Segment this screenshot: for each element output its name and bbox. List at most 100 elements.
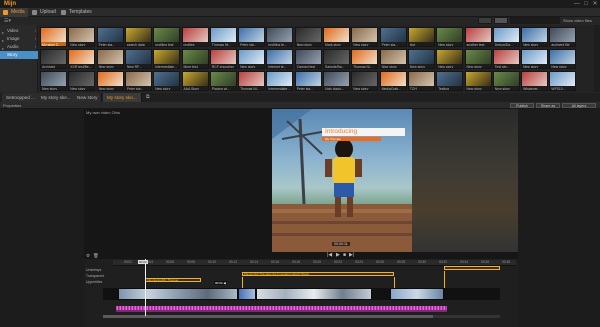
media-thumbnail[interactable]: WFS10...	[549, 71, 577, 91]
grid-view-button[interactable]	[494, 17, 508, 24]
overlay-clip[interactable]: Playing/XA Tha plies the Fountains (what…	[242, 272, 394, 276]
media-thumbnail[interactable]: TCH	[407, 71, 435, 91]
media-thumbnail[interactable]: New story	[492, 71, 520, 91]
media-thumbnail[interactable]: Thomas Ni...	[209, 27, 237, 47]
sidebar-item-image[interactable]: ▸ Image ›	[0, 35, 38, 43]
media-thumbnail[interactable]: another test	[464, 27, 492, 47]
media-thumbnail[interactable]: Thomas Ni...	[238, 71, 266, 91]
media-thumbnail[interactable]: Debug/Da...	[492, 27, 520, 47]
delete-icon[interactable]: 🗑	[93, 253, 99, 259]
media-thumbnail[interactable]: New story	[436, 49, 464, 69]
tab-templates[interactable]: Templates	[58, 8, 96, 17]
previous-frame-button[interactable]: |◀	[327, 253, 332, 258]
media-thumbnail[interactable]: New story	[549, 49, 577, 69]
media-thumbnail[interactable]: Thomas Ni...	[351, 49, 379, 69]
media-thumbnail[interactable]: Whatever...	[521, 71, 549, 91]
media-thumbnail[interactable]: XXR test/Be...	[68, 49, 96, 69]
collapse-icon[interactable]: ☰▾	[4, 18, 11, 24]
upload-icon	[32, 10, 37, 15]
sidebar-item-audio[interactable]: ▸ Audio ›	[0, 43, 38, 51]
media-thumbnail[interactable]: My story C...	[40, 27, 67, 47]
video-clip[interactable]	[256, 288, 372, 300]
story-tab[interactable]: Setroopped ...	[2, 93, 40, 102]
play-button[interactable]: ▶	[336, 253, 340, 258]
media-thumbnail[interactable]: Playing wi...	[209, 71, 237, 91]
media-thumbnail[interactable]: archived file	[549, 27, 577, 47]
next-frame-button[interactable]: ▶|	[349, 253, 354, 258]
maximize-icon[interactable]: □	[582, 0, 590, 8]
media-thumbnail[interactable]: Peter sta...	[294, 71, 322, 91]
media-thumbnail[interactable]: New story	[436, 27, 464, 47]
media-thumbnail[interactable]: Canned test	[294, 49, 322, 69]
sidebar-item-story[interactable]: ▸ Story ›	[0, 51, 38, 59]
media-thumbnail[interactable]: New story	[464, 49, 492, 69]
media-thumbnail[interactable]: New story	[464, 71, 492, 91]
publish-button[interactable]: Publish	[510, 103, 534, 108]
story-tab[interactable]: My story ske...	[37, 93, 76, 102]
overlay-title[interactable]: Introducing	[322, 128, 405, 136]
timeline-settings-icon[interactable]: ⚙	[86, 253, 90, 259]
media-thumbnail[interactable]: New RF...	[124, 49, 152, 69]
timeline-scroll-thumb[interactable]	[103, 315, 433, 318]
sidebar-item-video[interactable]: ▸ Video ›	[0, 27, 38, 35]
media-thumbnail[interactable]: Mark story	[323, 27, 350, 47]
add-tab-icon[interactable]: ⧉	[146, 94, 150, 100]
media-thumbnail[interactable]: New story	[96, 71, 124, 91]
media-thumbnail[interactable]: New story	[68, 27, 96, 47]
media-thumbnail[interactable]: Internet st...	[266, 49, 294, 69]
media-thumbnail[interactable]: RCF encoding	[209, 49, 237, 69]
overlay-clip[interactable]	[444, 266, 500, 270]
show-video-files-toggle[interactable]: Show video files	[563, 17, 592, 24]
layer-select[interactable]: All layers	[562, 103, 596, 108]
minimize-icon[interactable]: —	[573, 0, 581, 8]
media-thumbnail[interactable]: More test	[181, 49, 209, 69]
media-thumbnail[interactable]: New story	[351, 27, 379, 47]
stop-button[interactable]: ■	[343, 253, 346, 258]
media-thumbnail[interactable]: Intermediate...	[153, 49, 181, 69]
media-thumbnail[interactable]: New story	[521, 27, 549, 47]
media-thumbnail[interactable]: New story	[407, 49, 435, 69]
media-thumbnail[interactable]: Nice story	[379, 49, 407, 69]
media-thumbnail[interactable]: profiling test	[153, 27, 181, 47]
media-thumbnail[interactable]: New story	[521, 49, 549, 69]
video-clip[interactable]	[118, 288, 238, 300]
media-thumbnail[interactable]: Test set...	[492, 49, 520, 69]
media-grid-scrollbar[interactable]	[594, 25, 600, 92]
media-thumbnail[interactable]: Intermediate...	[266, 71, 294, 91]
media-thumbnail[interactable]: MediaCrab...	[379, 71, 407, 91]
media-thumbnail[interactable]: New story	[238, 49, 266, 69]
media-thumbnail[interactable]: search data	[124, 27, 152, 47]
media-thumbnail[interactable]: New story	[96, 49, 124, 69]
media-thumbnail[interactable]: New story	[351, 71, 379, 91]
overlay-subtitle[interactable]: My Thomas	[322, 137, 381, 141]
list-view-button[interactable]	[478, 17, 492, 24]
media-thumbnail[interactable]: New story	[40, 71, 67, 91]
search-input[interactable]	[510, 17, 560, 24]
tab-media[interactable]: Media	[0, 8, 28, 17]
media-thumbnail[interactable]: Sample/Ba...	[323, 49, 350, 69]
media-thumbnail[interactable]: Peter sta...	[238, 27, 266, 47]
media-thumbnail[interactable]: profiling te...	[266, 27, 294, 47]
close-icon[interactable]: ✕	[591, 0, 599, 8]
media-thumbnail[interactable]: Ugly dog/u...	[323, 71, 350, 91]
share-button[interactable]: Share as	[536, 103, 560, 108]
media-thumbnail[interactable]: Testing	[436, 71, 464, 91]
story-tab-active[interactable]: My story sko...	[103, 93, 142, 102]
media-thumbnail[interactable]: profiles	[181, 27, 209, 47]
media-thumbnail[interactable]: New story	[153, 71, 181, 91]
media-thumbnail[interactable]: Peter sta...	[379, 27, 407, 47]
media-thumbnail[interactable]: Archived	[40, 49, 67, 69]
video-frame[interactable]: Introducing My Thomas 00:00:11	[272, 109, 412, 252]
media-thumbnail[interactable]: Peter sta...	[124, 71, 152, 91]
video-clip[interactable]	[238, 288, 256, 300]
media-thumbnail[interactable]: Not	[407, 27, 435, 47]
media-thumbnail[interactable]: Peter sta...	[96, 27, 124, 47]
tab-upload[interactable]: Upload	[29, 8, 57, 17]
media-thumbnail[interactable]: AAA Story	[181, 71, 209, 91]
overlay-clip[interactable]: Introducing/My Thomas	[145, 278, 201, 282]
video-clip[interactable]	[390, 288, 444, 300]
playhead[interactable]	[145, 259, 146, 316]
media-thumbnail[interactable]: New story	[68, 71, 96, 91]
media-thumbnail[interactable]: New story	[294, 27, 322, 47]
story-tab[interactable]: New story	[73, 93, 103, 102]
